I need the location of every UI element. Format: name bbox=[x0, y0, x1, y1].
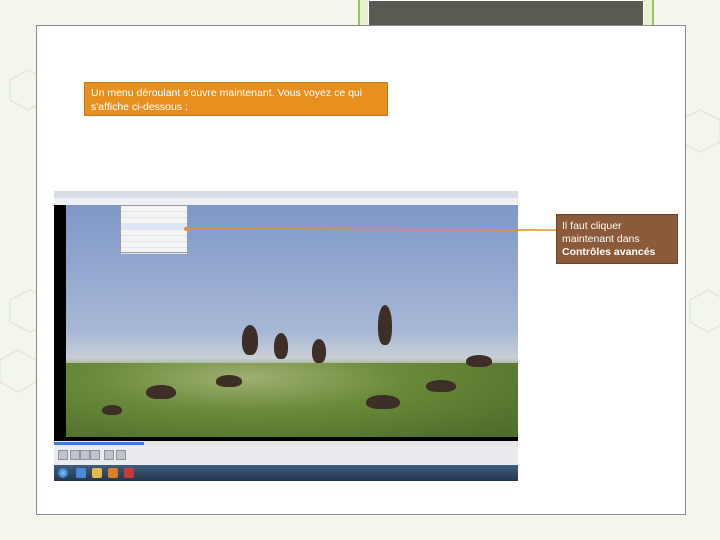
fullscreen-icon[interactable] bbox=[104, 450, 114, 460]
bird-3 bbox=[274, 333, 288, 359]
media-icon[interactable] bbox=[108, 468, 118, 478]
player-menubar bbox=[54, 198, 518, 205]
bird-9 bbox=[466, 355, 492, 367]
player-titlebar bbox=[54, 191, 518, 198]
bird-5 bbox=[146, 385, 176, 399]
menu-item-8[interactable] bbox=[121, 248, 187, 254]
video-left-border bbox=[54, 205, 66, 437]
media-player-screenshot bbox=[54, 191, 518, 481]
video-ground bbox=[66, 363, 518, 437]
bird-10 bbox=[102, 405, 122, 415]
next-icon[interactable] bbox=[90, 450, 100, 460]
ie-icon[interactable] bbox=[76, 468, 86, 478]
bird-1 bbox=[378, 305, 392, 345]
previous-icon[interactable] bbox=[70, 450, 80, 460]
callout-top: Un menu déroulant s'ouvre maintenant. Vo… bbox=[84, 82, 388, 116]
explorer-icon[interactable] bbox=[92, 468, 102, 478]
callout-right: Il faut cliquer maintenant dans Contrôle… bbox=[556, 214, 678, 264]
bird-8 bbox=[426, 380, 456, 392]
app-icon[interactable] bbox=[124, 468, 134, 478]
callout-top-text: Un menu déroulant s'ouvre maintenant. Vo… bbox=[91, 87, 363, 113]
callout-right-text: Il faut cliquer maintenant dans bbox=[562, 220, 640, 245]
callout-right-bold-text: Contrôles avancés bbox=[562, 246, 656, 258]
player-controls bbox=[54, 446, 518, 465]
bird-7 bbox=[366, 395, 400, 409]
stop-icon[interactable] bbox=[80, 450, 90, 460]
windows-taskbar bbox=[54, 465, 518, 481]
bird-6 bbox=[216, 375, 242, 387]
windows-start-icon[interactable] bbox=[58, 468, 68, 478]
playlist-icon[interactable] bbox=[116, 450, 126, 460]
bird-4 bbox=[312, 339, 326, 363]
play-icon[interactable] bbox=[58, 450, 68, 460]
seek-progress bbox=[54, 442, 144, 445]
bird-2 bbox=[242, 325, 258, 355]
dropdown-menu bbox=[120, 205, 188, 254]
